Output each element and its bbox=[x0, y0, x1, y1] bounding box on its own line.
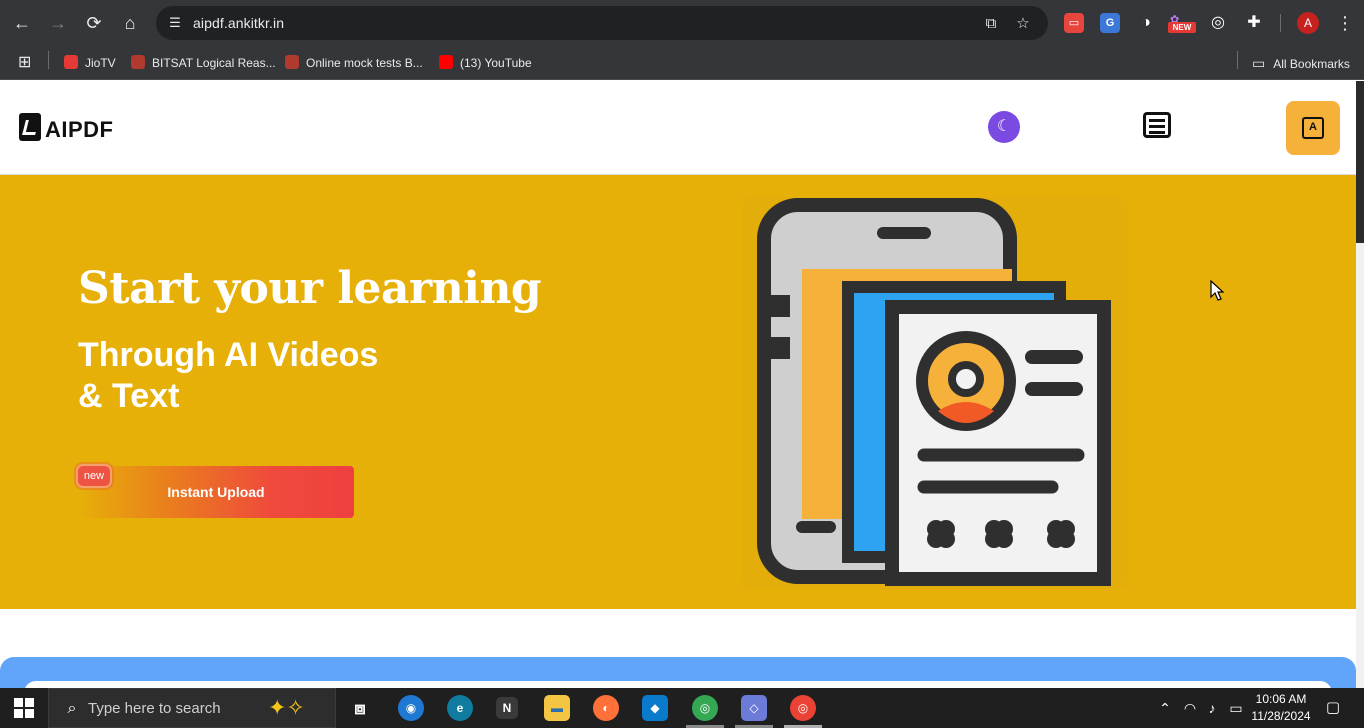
hero-subtitle-line2: & Text bbox=[78, 377, 180, 415]
upload-button-label: Instant Upload bbox=[167, 484, 265, 500]
site-header: AIPDF ☾ A bbox=[0, 81, 1356, 175]
windows-start-icon[interactable] bbox=[14, 698, 34, 718]
bookmarks-bar: ⊞ JioTV BITSAT Logical Reas... Online mo… bbox=[0, 46, 1364, 80]
target-extension-icon[interactable]: ◎ bbox=[1208, 13, 1228, 33]
bookmark-divider bbox=[1237, 51, 1238, 69]
bookmark-label: (13) YouTube bbox=[460, 56, 532, 70]
bookmark-label: BITSAT Logical Reas... bbox=[152, 56, 276, 70]
chrome-profile-a-icon[interactable]: ◎ bbox=[692, 695, 718, 721]
theme-toggle-moon-icon[interactable]: ☾ bbox=[988, 111, 1020, 143]
pdf-logo-icon bbox=[19, 113, 41, 141]
all-bookmarks-label: All Bookmarks bbox=[1273, 57, 1350, 71]
forward-icon[interactable]: → bbox=[46, 11, 70, 35]
git-tool-icon[interactable]: ◇ bbox=[741, 695, 767, 721]
logo-text: AIPDF bbox=[45, 117, 114, 142]
browser-menu-icon[interactable]: ⋮ bbox=[1336, 11, 1354, 35]
features-section bbox=[0, 657, 1356, 688]
hero-section: Start your learning Through AI Videos & … bbox=[0, 175, 1356, 609]
bookmark-label: Online mock tests B... bbox=[306, 56, 423, 70]
all-bookmarks-folder[interactable]: ▭ All Bookmarks bbox=[1252, 54, 1350, 72]
books-favicon-icon bbox=[131, 55, 145, 69]
bookmark-bitsat[interactable]: BITSAT Logical Reas... bbox=[131, 54, 276, 72]
vscode-app-icon[interactable]: ◆ bbox=[642, 695, 668, 721]
profile-avatar[interactable]: A bbox=[1297, 12, 1319, 34]
toolbar-divider bbox=[1280, 14, 1281, 32]
books-favicon-icon bbox=[285, 55, 299, 69]
new-badge-ext: NEW bbox=[1168, 22, 1196, 33]
browser-toolbar: ← → ⟳ ⌂ ☰ aipdf.ankitkr.in ⧉ ☆ ▭ G ◑ ✿ N… bbox=[0, 0, 1364, 46]
wifi-icon[interactable]: ◠ bbox=[1181, 699, 1199, 717]
bookmark-label: JioTV bbox=[85, 56, 116, 70]
web-page: AIPDF ☾ A Start your learning Through AI… bbox=[0, 81, 1356, 688]
search-placeholder: Type here to search bbox=[88, 700, 221, 717]
hero-title: Start your learning bbox=[78, 263, 542, 314]
translate-icon: A bbox=[1302, 117, 1324, 139]
extensions-puzzle-icon[interactable]: ✚ bbox=[1244, 13, 1264, 33]
extension-new-icon[interactable]: ✿ NEW bbox=[1168, 13, 1196, 33]
apps-grid-icon[interactable]: ⊞ bbox=[18, 54, 36, 72]
chevron-up-icon[interactable]: ⌃ bbox=[1156, 699, 1174, 717]
notifications-icon[interactable]: ▢ bbox=[1323, 698, 1343, 718]
instant-upload-button[interactable]: Instant Upload bbox=[78, 466, 354, 518]
bookmark-star-icon[interactable]: ☆ bbox=[1013, 14, 1033, 34]
clock-date: 11/28/2024 bbox=[1251, 709, 1311, 723]
jiotv-favicon-icon bbox=[64, 55, 78, 69]
chrome-profile-b-icon[interactable]: ◎ bbox=[790, 695, 816, 721]
notion-app-icon[interactable]: N bbox=[496, 697, 518, 719]
screen: ← → ⟳ ⌂ ☰ aipdf.ankitkr.in ⧉ ☆ ▭ G ◑ ✿ N… bbox=[0, 0, 1364, 728]
hero-subtitle: Through AI Videos & Text bbox=[78, 335, 378, 417]
file-explorer-icon[interactable]: ▬ bbox=[544, 695, 570, 721]
new-badge: new bbox=[76, 464, 112, 488]
install-app-icon[interactable]: ⧉ bbox=[981, 14, 1001, 34]
task-view-icon[interactable]: ⧈ bbox=[347, 695, 373, 721]
battery-icon[interactable]: ▭ bbox=[1227, 699, 1245, 717]
clock-time: 10:06 AM bbox=[1255, 692, 1307, 706]
phone-speaker bbox=[877, 227, 931, 239]
home-icon[interactable]: ⌂ bbox=[118, 11, 142, 35]
back-icon[interactable]: ← bbox=[10, 11, 34, 35]
phone-button bbox=[770, 295, 790, 317]
youtube-favicon-icon bbox=[439, 55, 453, 69]
translate-button[interactable]: A bbox=[1286, 101, 1340, 155]
phone-button bbox=[770, 337, 790, 359]
bookmark-mock-tests[interactable]: Online mock tests B... bbox=[285, 54, 423, 72]
volume-icon[interactable]: ♪ bbox=[1203, 699, 1221, 717]
page-scrollbar-thumb[interactable] bbox=[1356, 81, 1364, 243]
site-info-icon[interactable]: ☰ bbox=[166, 14, 184, 32]
google-translate-icon[interactable]: G bbox=[1100, 13, 1120, 33]
phone-document-illustration bbox=[742, 197, 1128, 589]
bookmark-youtube[interactable]: (13) YouTube bbox=[439, 54, 532, 72]
copilot-sparkle-icon[interactable]: ✦✧ bbox=[268, 696, 320, 720]
address-bar[interactable]: ☰ aipdf.ankitkr.in ⧉ ☆ bbox=[156, 6, 1048, 40]
extension-red-icon[interactable]: ▭ bbox=[1064, 13, 1084, 33]
windows-taskbar: ⌕ Type here to search ✦✧ ⧈ ◉ e N ▬ ◐ ◆ ◎… bbox=[0, 688, 1364, 728]
doc-marks bbox=[927, 520, 1075, 548]
hero-subtitle-line1: Through AI Videos bbox=[78, 336, 379, 374]
bookmark-jiotv[interactable]: JioTV bbox=[64, 54, 116, 72]
dark-reader-icon[interactable]: ◑ bbox=[1136, 13, 1156, 33]
url-text[interactable]: aipdf.ankitkr.in bbox=[193, 15, 284, 31]
photos-app-icon[interactable]: ◉ bbox=[398, 695, 424, 721]
avatar-head bbox=[948, 361, 984, 397]
edge-browser-icon[interactable]: e bbox=[447, 695, 473, 721]
taskbar-clock[interactable]: 10:06 AM 11/28/2024 bbox=[1246, 691, 1316, 725]
folder-icon: ▭ bbox=[1252, 55, 1266, 71]
search-icon: ⌕ bbox=[67, 700, 77, 717]
mouse-cursor-icon bbox=[1210, 280, 1224, 301]
features-card bbox=[24, 681, 1332, 688]
bookmark-divider bbox=[48, 51, 49, 69]
menu-icon[interactable] bbox=[1143, 112, 1171, 138]
reload-icon[interactable]: ⟳ bbox=[82, 11, 106, 35]
firefox-browser-icon[interactable]: ◐ bbox=[593, 695, 619, 721]
